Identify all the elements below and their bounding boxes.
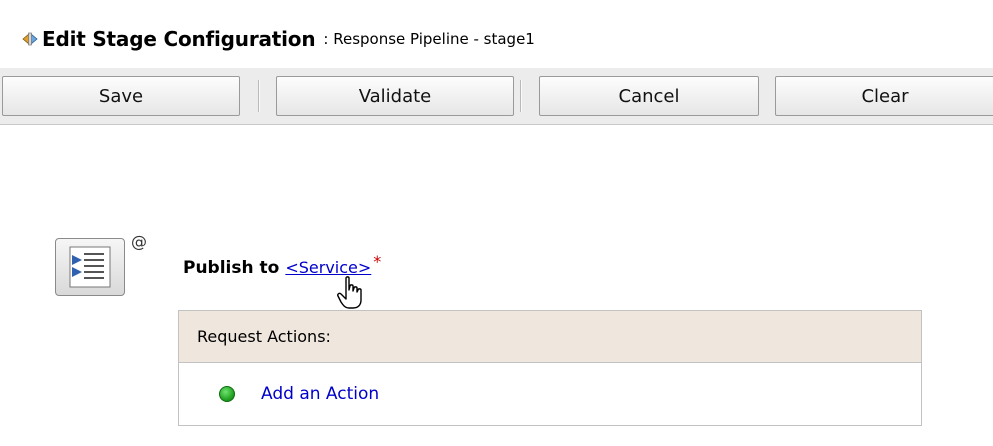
- toolbar-separator: [520, 80, 522, 112]
- hand-cursor-icon: [337, 276, 365, 310]
- save-button[interactable]: Save: [2, 76, 240, 116]
- clear-button[interactable]: Clear: [775, 76, 993, 116]
- status-dot-icon: [219, 386, 235, 402]
- stage-config-icon: [22, 31, 38, 47]
- cancel-button[interactable]: Cancel: [539, 76, 759, 116]
- request-actions-body: Add an Action: [179, 363, 921, 425]
- toolbar: Save Validate Cancel Clear: [0, 68, 993, 125]
- add-action-link[interactable]: Add an Action: [261, 384, 379, 404]
- header-title-row: Edit Stage Configuration : Response Pipe…: [22, 26, 535, 52]
- publish-row: Publish to <Service> *: [183, 252, 381, 278]
- publish-action-icon[interactable]: [55, 238, 125, 296]
- toolbar-separator: [258, 80, 260, 112]
- at-badge-icon: @: [131, 232, 147, 251]
- service-link[interactable]: <Service>: [285, 258, 371, 277]
- page-header: Edit Stage Configuration : Response Pipe…: [0, 0, 993, 69]
- page-title: Edit Stage Configuration: [42, 27, 316, 51]
- request-actions-panel: Request Actions: Add an Action: [178, 310, 922, 426]
- request-actions-header: Request Actions:: [179, 311, 921, 363]
- validate-button[interactable]: Validate: [276, 76, 514, 116]
- page-subtitle: : Response Pipeline - stage1: [323, 30, 535, 48]
- publish-label: Publish to: [183, 258, 280, 278]
- required-marker: *: [373, 252, 382, 271]
